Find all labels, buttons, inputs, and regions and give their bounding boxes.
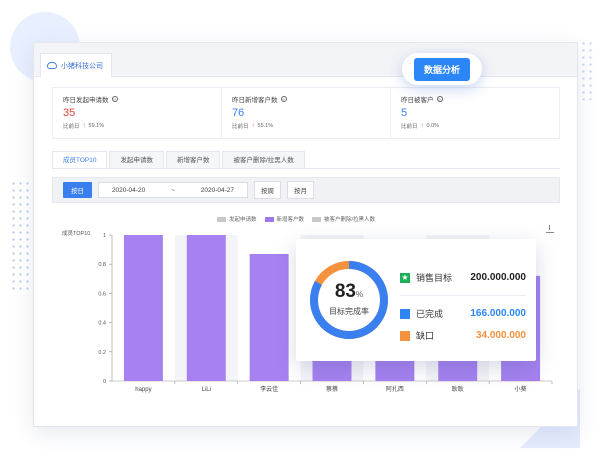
by-day-button[interactable]: 按日 (63, 182, 92, 198)
date-range-picker[interactable]: 2020-04-20 ~ 2020-04-27 (98, 182, 248, 198)
stat-compare: 比前日 ↑ 55.1% (232, 122, 380, 130)
data-analysis-button[interactable]: 数据分析 (413, 57, 470, 81)
date-start: 2020-04-20 (111, 186, 146, 194)
x-tick-label: 阿扎西 (386, 385, 404, 393)
tab-deleted-customers[interactable]: 被客户删除/拉黑人数 (222, 151, 305, 168)
kpi-row-gap: 缺口 34.000.000 (400, 329, 526, 342)
stat-value: 76 (232, 107, 245, 119)
stat-card: 昨日被客户? 5 比前日 ↑ 0.0% (391, 88, 559, 138)
help-icon[interactable]: ? (111, 96, 118, 102)
y-tick-label: 0 (103, 379, 106, 385)
square-icon (400, 308, 410, 319)
completion-percent: 83% (306, 281, 392, 303)
x-tick-label: happy (135, 387, 151, 393)
stat-title-text: 昨日被客户 (401, 97, 434, 104)
tab-bar: 成员TOP10 发起申请数 新增客户数 被客户删除/拉黑人数 (52, 151, 560, 169)
arrow-up-icon: ↑ (420, 123, 424, 129)
x-tick-label: 耿耿 (452, 385, 464, 393)
stat-compare-label: 比前日 (401, 124, 418, 130)
stat-change: 0.0% (426, 123, 440, 129)
kpi-value: 200.000.000 (470, 272, 526, 283)
percent-sign: % (356, 290, 364, 299)
stat-value: 35 (63, 107, 76, 119)
star-icon: ★ (400, 272, 410, 283)
dashboard-card: 小猪科技公司 昨日发起申请数? 35 比前日 ↑ 59.1% 昨日新增客户数? 76… (33, 42, 578, 427)
tab-applications[interactable]: 发起申请数 (109, 151, 164, 168)
stat-title: 昨日发起申请数? (63, 94, 211, 104)
company-tab[interactable]: 小猪科技公司 (40, 53, 112, 77)
y-tick-label: 0.8 (98, 262, 106, 268)
filter-bar: 按日 2020-04-20 ~ 2020-04-27 按周 按月 (52, 177, 560, 203)
stat-title-text: 昨日发起申请数 (63, 97, 109, 104)
stat-compare-label: 比前日 (63, 124, 80, 130)
by-week-button[interactable]: 按周 (254, 181, 281, 199)
stat-compare: 比前日 ↑ 0.0% (401, 122, 549, 130)
help-icon[interactable]: ? (436, 96, 443, 102)
stat-card: 昨日新增客户数? 76 比前日 ↑ 55.1% (222, 88, 391, 138)
stat-title: 昨日被客户? (401, 94, 549, 104)
kpi-row-completed: 已完成 166.000.000 (400, 307, 526, 320)
kpi-value: 34.000.000 (475, 330, 526, 341)
stat-value: 5 (401, 107, 408, 119)
square-icon (400, 330, 410, 341)
kpi-name: 已完成 (416, 309, 444, 319)
kpi-card: 83% 目标完成率 ★ 销售目标 200.000.000 已完成 166.000… (296, 239, 536, 361)
company-tab-label: 小猪科技公司 (61, 62, 103, 70)
top-bar: 小猪科技公司 (34, 43, 577, 77)
y-tick-label: 0.6 (98, 291, 106, 297)
cloud-icon (47, 62, 57, 69)
y-tick-label: 0.4 (98, 321, 106, 327)
stats-panel: 昨日发起申请数? 35 比前日 ↑ 59.1% 昨日新增客户数? 76 比前日 ↑ 55… (52, 87, 560, 139)
bar (186, 235, 226, 381)
date-end: 2020-04-27 (200, 186, 235, 194)
stat-change: 55.1% (257, 123, 274, 129)
stat-title-text: 昨日新增客户数 (232, 97, 278, 104)
kpi-name: 销售目标 (416, 273, 453, 283)
y-tick-label: 1 (103, 233, 106, 239)
data-analysis-button-wrap: 数据分析 (402, 53, 482, 85)
bar (249, 253, 289, 381)
x-tick-label: 蔡蔡 (326, 385, 338, 393)
completion-label: 目标完成率 (329, 307, 369, 316)
kpi-row-target: ★ 销售目标 200.000.000 (400, 271, 526, 284)
arrow-up-icon: ↑ (82, 123, 86, 129)
tab-new-customers[interactable]: 新增客户数 (165, 151, 221, 168)
stat-compare-label: 比前日 (232, 124, 249, 130)
stat-change: 59.1% (88, 123, 105, 129)
stage: 小猪科技公司 昨日发起申请数? 35 比前日 ↑ 59.1% 昨日新增客户数? 76… (0, 0, 611, 453)
arrow-up-icon: ↑ (251, 123, 255, 129)
help-icon[interactable]: ? (280, 96, 287, 102)
percent-number: 83 (334, 281, 356, 302)
x-tick-label: 小葵 (515, 385, 527, 393)
date-separator: ~ (171, 186, 175, 194)
kpi-name: 缺口 (416, 331, 435, 341)
kpi-value: 166.000.000 (470, 308, 526, 319)
x-tick-label: 李云佳 (260, 385, 278, 393)
x-tick-label: LiLi (202, 387, 211, 393)
by-month-button[interactable]: 按月 (287, 181, 314, 199)
tab-member-top10[interactable]: 成员TOP10 (52, 151, 108, 168)
bar (123, 235, 163, 381)
stat-compare: 比前日 ↑ 59.1% (63, 122, 211, 130)
stat-title: 昨日新增客户数? (232, 94, 380, 104)
stat-card: 昨日发起申请数? 35 比前日 ↑ 59.1% (53, 88, 222, 138)
divider (400, 295, 526, 296)
y-tick-label: 0.2 (98, 350, 106, 356)
